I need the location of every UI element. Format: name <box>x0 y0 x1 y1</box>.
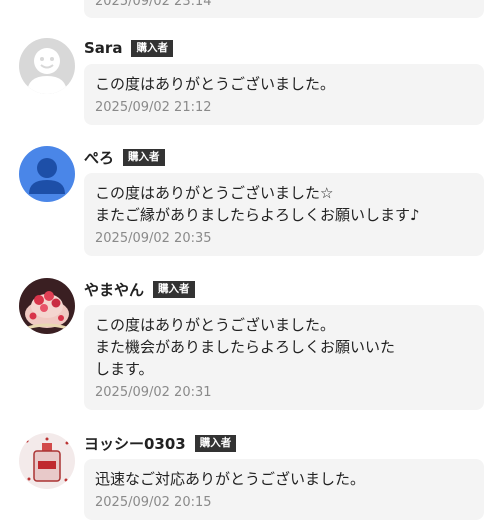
default-person-icon <box>19 146 75 202</box>
comment-bubble: この度はありがとうございました☆ またご縁がありましたらよろしくお願いします♪ … <box>84 173 484 256</box>
comment-timestamp: 2025/09/02 21:12 <box>95 100 212 115</box>
commenter-name[interactable]: やまやん <box>84 279 144 300</box>
comment-text: この度はありがとうございました。 <box>95 75 336 93</box>
comment-text: この度はありがとうございました☆ またご縁がありましたらよろしくお願いします♪ <box>95 184 420 224</box>
avatar[interactable] <box>19 146 75 202</box>
avatar[interactable] <box>19 433 75 489</box>
comment-header: やまやん 購入者 <box>84 279 195 299</box>
comment-header: ヨッシー0303 購入者 <box>84 433 237 454</box>
comment-header: ぺろ 購入者 <box>84 147 165 167</box>
comment-timestamp: 2025/09/02 23:14 <box>95 0 212 9</box>
commenter-name[interactable]: Sara <box>84 39 122 57</box>
buyer-badge: 購入者 <box>153 280 195 298</box>
commenter-name[interactable]: ヨッシー0303 <box>84 433 186 454</box>
strawberry-dessert-photo-icon <box>19 278 75 334</box>
comment-header: Sara 購入者 <box>84 38 173 58</box>
comment-timestamp: 2025/09/02 20:15 <box>95 495 212 510</box>
avatar[interactable] <box>19 278 75 334</box>
comment-timestamp: 2025/09/02 20:35 <box>95 231 212 246</box>
default-avatar-icon <box>19 38 75 94</box>
buyer-badge: 購入者 <box>131 39 173 57</box>
comment-bubble: 迅速なご対応ありがとうございました。 2025/09/02 20:15 <box>84 459 484 520</box>
comment-timestamp: 2025/09/02 20:31 <box>95 385 212 400</box>
commenter-name[interactable]: ぺろ <box>84 147 114 168</box>
avatar[interactable] <box>19 38 75 94</box>
buyer-badge: 購入者 <box>194 434 237 452</box>
comment-text: 迅速なご対応ありがとうございました。 <box>95 470 366 488</box>
comment-text: この度はありがとうございました。 また機会がありましたらよろしくお願いいた しま… <box>95 316 396 378</box>
buyer-badge: 購入者 <box>123 148 165 166</box>
comment-bubble: この度はありがとうございました。 また機会がありましたらよろしくお願いいた しま… <box>84 305 484 410</box>
comment-bubble-partial: 2025/09/02 23:14 <box>84 0 484 18</box>
perfume-bottle-photo-icon <box>19 433 75 489</box>
comment-bubble: この度はありがとうございました。 2025/09/02 21:12 <box>84 64 484 125</box>
